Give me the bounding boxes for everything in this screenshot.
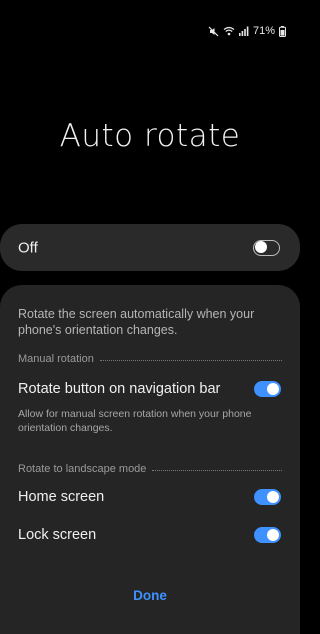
manual-rotation-header-label: Manual rotation — [18, 353, 94, 365]
done-button[interactable]: Done — [0, 588, 300, 603]
manual-rotation-header: Manual rotation — [18, 353, 282, 365]
rotate-button-toggle[interactable] — [254, 381, 281, 397]
battery-percent: 71% — [252, 25, 275, 37]
wifi-icon — [223, 26, 235, 36]
master-switch-row[interactable]: Off — [0, 224, 300, 271]
battery-icon — [279, 25, 286, 37]
status-bar: 71% — [0, 0, 300, 37]
master-switch-label: Off — [18, 239, 38, 256]
options-card: Rotate the screen automatically when you… — [0, 285, 300, 634]
section-divider — [99, 359, 282, 361]
rotate-button-description: Allow for manual screen rotation when yo… — [18, 408, 252, 434]
lock-screen-toggle[interactable] — [254, 527, 281, 543]
toggle-knob — [255, 241, 267, 253]
toggle-knob — [267, 383, 279, 395]
lock-screen-label[interactable]: Lock screen — [18, 527, 96, 543]
master-toggle[interactable] — [253, 239, 280, 256]
feature-description: Rotate the screen automatically when you… — [18, 307, 255, 337]
rotate-button-label[interactable]: Rotate button on navigation bar — [18, 381, 220, 397]
signal-icon — [238, 26, 249, 36]
landscape-mode-header-label: Rotate to landscape mode — [18, 463, 147, 475]
home-screen-label[interactable]: Home screen — [18, 489, 104, 505]
mute-icon — [208, 26, 219, 37]
toggle-knob — [267, 491, 279, 503]
section-divider — [152, 469, 282, 471]
toggle-knob — [267, 529, 279, 541]
home-screen-toggle[interactable] — [254, 489, 281, 505]
page-title: Auto rotate — [59, 118, 241, 154]
status-icons: 71% — [208, 25, 286, 37]
landscape-mode-header: Rotate to landscape mode — [18, 463, 282, 475]
